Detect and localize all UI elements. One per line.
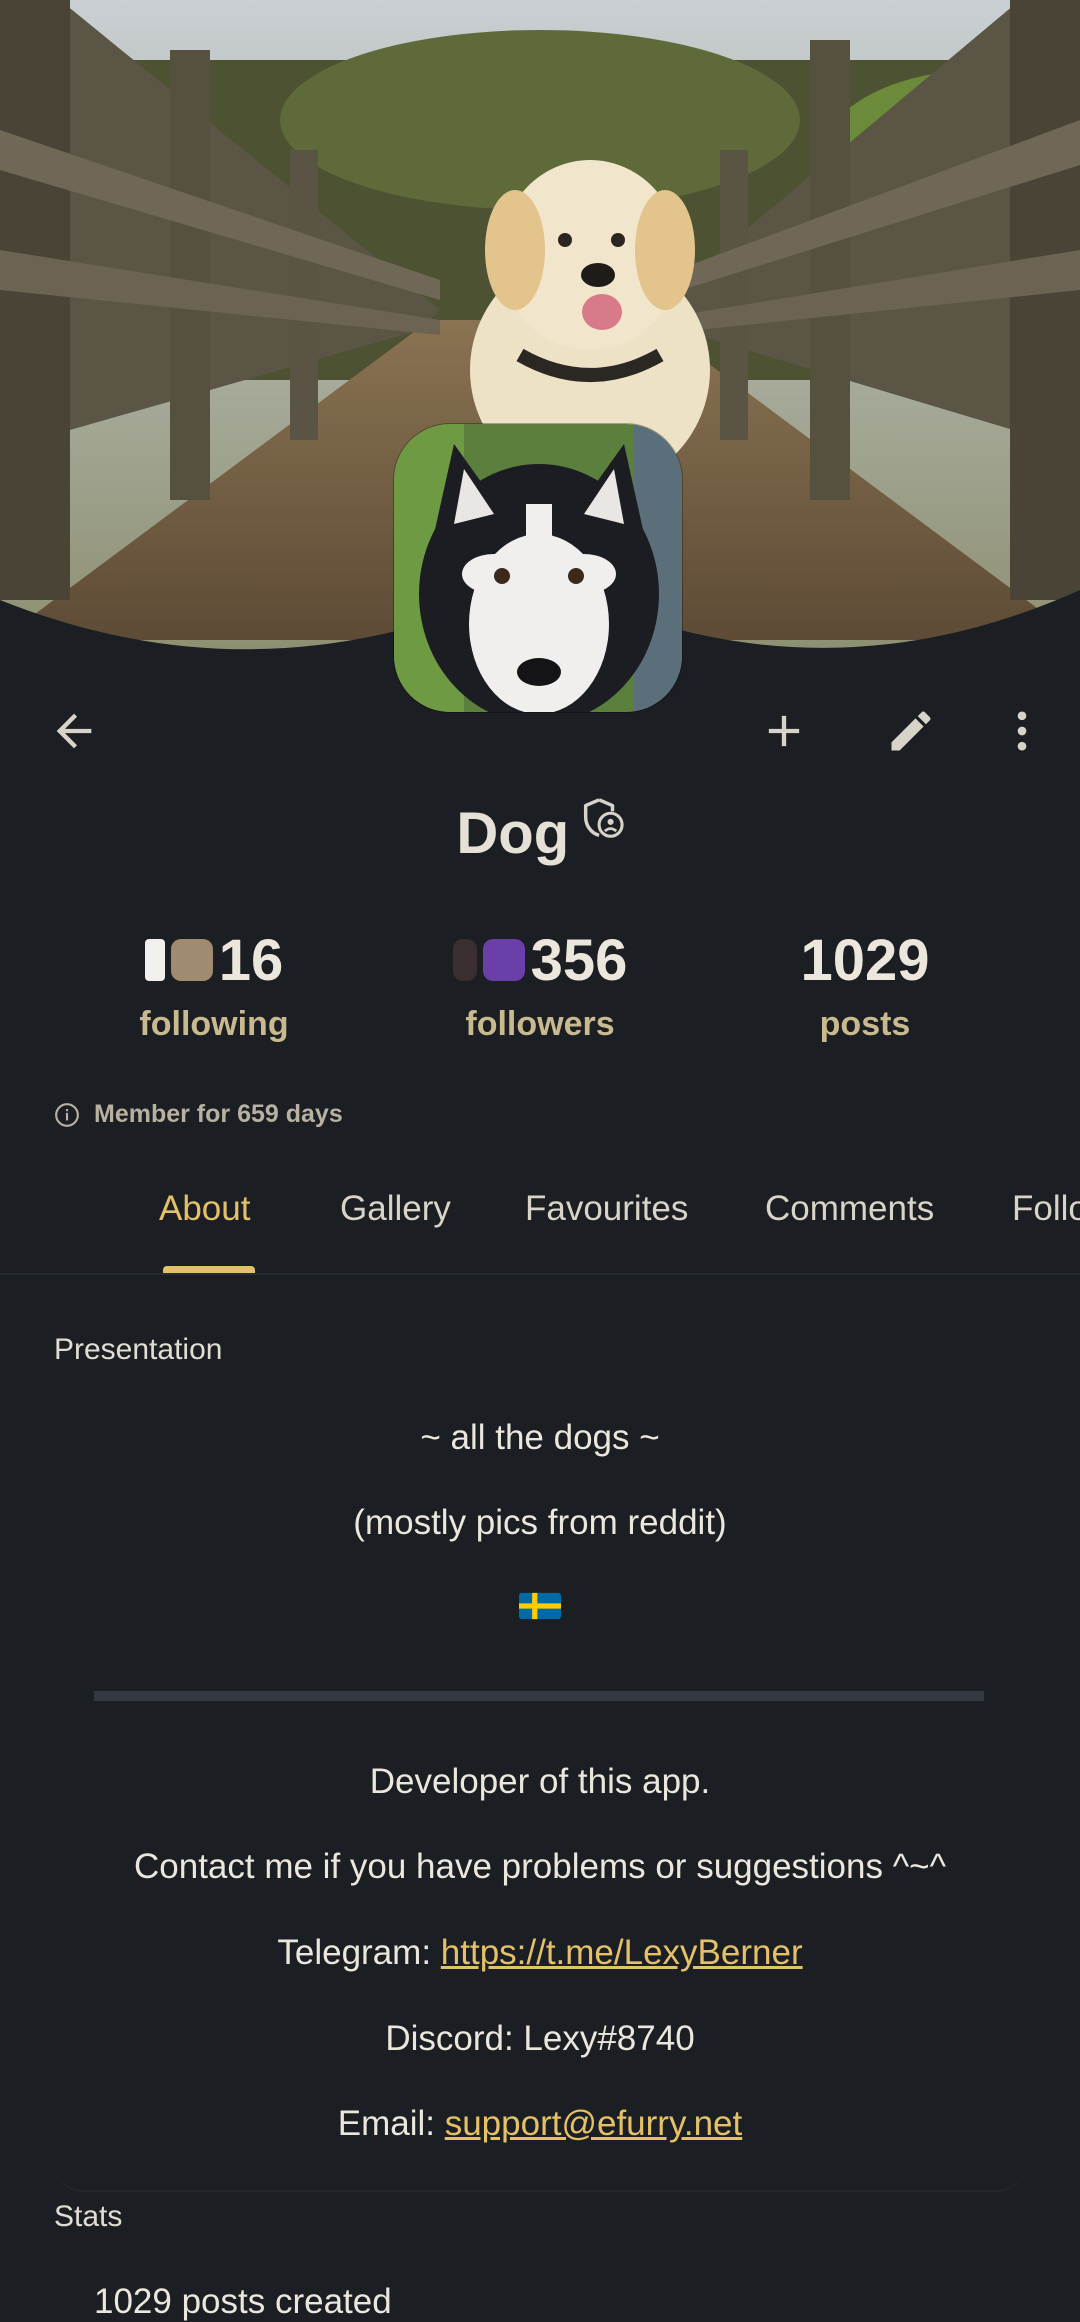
discord-line: Discord: Lexy#8740 bbox=[385, 2019, 695, 2058]
email-line: Email: support@efurry.net bbox=[0, 2104, 1080, 2144]
following-avatar-2 bbox=[170, 939, 213, 981]
posts-created-line: 1029 posts created bbox=[94, 2282, 392, 2321]
pencil-icon bbox=[891, 711, 931, 751]
bio-line-3: Developer of this app. bbox=[369, 1762, 711, 1801]
member-duration: Member for 659 days bbox=[54, 1100, 343, 1129]
following-avatar-1 bbox=[144, 939, 165, 981]
follower-avatar-2 bbox=[482, 939, 525, 981]
member-text: Member for 659 days bbox=[94, 1100, 343, 1128]
following-count: 16 bbox=[218, 927, 284, 993]
follower-avatar-1 bbox=[452, 939, 477, 981]
tab-comments[interactable]: Comments bbox=[765, 1189, 934, 1229]
presentation-heading: Presentation bbox=[54, 1333, 223, 1366]
profile-name: Dog bbox=[456, 801, 570, 866]
profile-tabs: About Gallery Favourites Comments Follo bbox=[0, 1175, 1080, 1275]
arrow-left-icon bbox=[56, 713, 92, 749]
followers-label: followers bbox=[465, 1005, 615, 1043]
bio-divider bbox=[94, 1691, 984, 1701]
telegram-line: Telegram: https://t.me/LexyBerner bbox=[0, 1933, 1080, 1973]
posts-stat[interactable]: 1029 posts bbox=[705, 925, 1025, 1044]
active-tab-indicator bbox=[163, 1266, 255, 1273]
posts-label: posts bbox=[819, 1005, 911, 1043]
following-stat[interactable]: 16 following bbox=[54, 925, 374, 1044]
email-link[interactable]: support@efurry.net bbox=[445, 2104, 743, 2143]
posts-count: 1029 bbox=[800, 927, 930, 993]
followers-count: 356 bbox=[530, 927, 628, 993]
edit-button[interactable] bbox=[863, 683, 959, 779]
info-icon bbox=[55, 1102, 79, 1127]
following-label: following bbox=[139, 1005, 289, 1043]
sweden-flag-icon bbox=[519, 1592, 561, 1620]
add-button[interactable] bbox=[736, 683, 832, 779]
tab-about[interactable]: About bbox=[159, 1189, 250, 1229]
profile-name-row: Dog bbox=[0, 798, 1080, 867]
husky-avatar-image bbox=[394, 424, 682, 712]
tab-favourites[interactable]: Favourites bbox=[525, 1189, 688, 1229]
about-card-edge bbox=[54, 2160, 1026, 2192]
shield-user-icon bbox=[578, 796, 624, 847]
stats-heading: Stats bbox=[54, 2200, 123, 2233]
more-vertical-icon bbox=[1017, 711, 1027, 751]
plus-icon bbox=[768, 715, 800, 747]
more-options-button[interactable] bbox=[974, 683, 1070, 779]
email-label: Email: bbox=[337, 2104, 445, 2143]
bio-line-2: (mostly pics from reddit) bbox=[353, 1503, 727, 1542]
bio-line-4: Contact me if you have problems or sugge… bbox=[133, 1847, 946, 1886]
tab-following[interactable]: Follo bbox=[1012, 1189, 1080, 1229]
sweden-flag bbox=[0, 1590, 1080, 1630]
followers-stat[interactable]: 356 followers bbox=[380, 925, 700, 1044]
telegram-link[interactable]: https://t.me/LexyBerner bbox=[441, 1933, 803, 1972]
telegram-label: Telegram: bbox=[277, 1933, 441, 1972]
bio-line-1: ~ all the dogs ~ bbox=[420, 1418, 660, 1457]
profile-avatar[interactable] bbox=[394, 424, 682, 712]
back-button[interactable] bbox=[26, 683, 122, 779]
tab-gallery[interactable]: Gallery bbox=[340, 1189, 451, 1229]
